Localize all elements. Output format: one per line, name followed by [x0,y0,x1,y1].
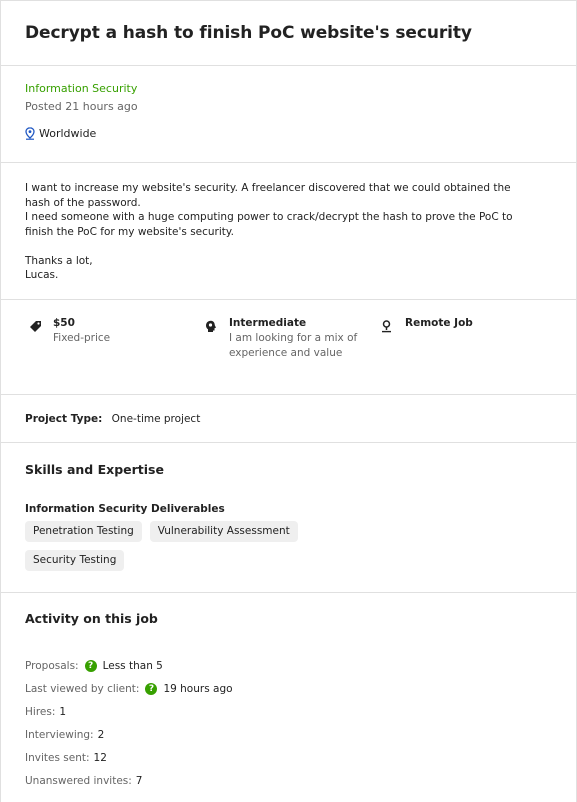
person-pin-icon [381,318,395,337]
hires-row: Hires: 1 [25,700,558,723]
invites-sent-row: Invites sent: 12 [25,746,558,769]
proposals-label: Proposals: [25,659,79,672]
interviewing-value: 2 [97,728,105,741]
hires-value: 1 [59,705,67,718]
project-type-section: Project Type: One-time project [1,395,576,443]
experience-level: Intermediate [229,317,307,329]
help-icon[interactable]: ? [84,659,97,672]
skill-tag[interactable]: Penetration Testing [25,521,142,542]
activity-section: Activity on this job Proposals: ? Less t… [1,593,576,792]
posted-time: Posted 21 hours ago [25,100,138,113]
interviewing-row: Interviewing: 2 [25,723,558,746]
hires-label: Hires: [25,705,56,718]
job-title: Decrypt a hash to finish PoC website's s… [25,23,472,43]
skill-group-title: Information Security Deliverables [25,503,225,515]
job-meta-section: Information Security Posted 21 hours ago… [1,66,576,163]
job-category-link[interactable]: Information Security [25,82,558,95]
invites-sent-label: Invites sent: [25,751,90,764]
project-type-value: One-time project [111,413,201,425]
price-value: $50 [53,317,75,329]
description-section: I want to increase my website's security… [1,163,576,300]
price-type: Fixed-price [53,332,111,344]
unanswered-invites-value: 7 [135,774,143,787]
proposals-row: Proposals: ? Less than 5 [25,654,558,677]
skill-tags: Penetration Testing Vulnerability Assess… [25,521,325,579]
location-text: Worldwide [39,127,97,140]
feature-price: $50 Fixed-price [29,317,205,394]
proposals-value: Less than 5 [102,659,163,672]
skill-tag[interactable]: Security Testing [25,550,125,571]
job-details-panel: Decrypt a hash to finish PoC website's s… [0,0,577,802]
experience-description: I am looking for a mix of experience and… [229,332,358,359]
last-viewed-label: Last viewed by client: [25,682,140,695]
job-description: I want to increase my website's security… [25,182,513,281]
project-type-label: Project Type: [25,413,103,425]
location-row: Worldwide [25,127,558,140]
price-tag-icon [29,318,43,337]
skill-tag[interactable]: Vulnerability Assessment [149,521,298,542]
last-viewed-value: 19 hours ago [163,682,233,695]
invites-sent-value: 12 [93,751,107,764]
location-pin-icon [25,127,35,140]
activity-list: Proposals: ? Less than 5 Last viewed by … [25,654,558,792]
interviewing-label: Interviewing: [25,728,94,741]
last-viewed-row: Last viewed by client: ? 19 hours ago [25,677,558,700]
help-icon[interactable]: ? [145,682,158,695]
skills-heading: Skills and Expertise [25,462,164,477]
activity-heading: Activity on this job [25,611,158,626]
feature-experience: Intermediate I am looking for a mix of e… [205,317,381,394]
unanswered-invites-row: Unanswered invites: 7 [25,769,558,792]
feature-remote: Remote Job [381,317,473,394]
features-section: $50 Fixed-price Intermediate I am lookin… [1,300,576,395]
skills-section: Skills and Expertise Information Securit… [1,443,576,593]
title-section: Decrypt a hash to finish PoC website's s… [1,1,576,66]
unanswered-invites-label: Unanswered invites: [25,774,132,787]
brain-icon [205,318,219,337]
remote-job-label: Remote Job [405,317,473,329]
